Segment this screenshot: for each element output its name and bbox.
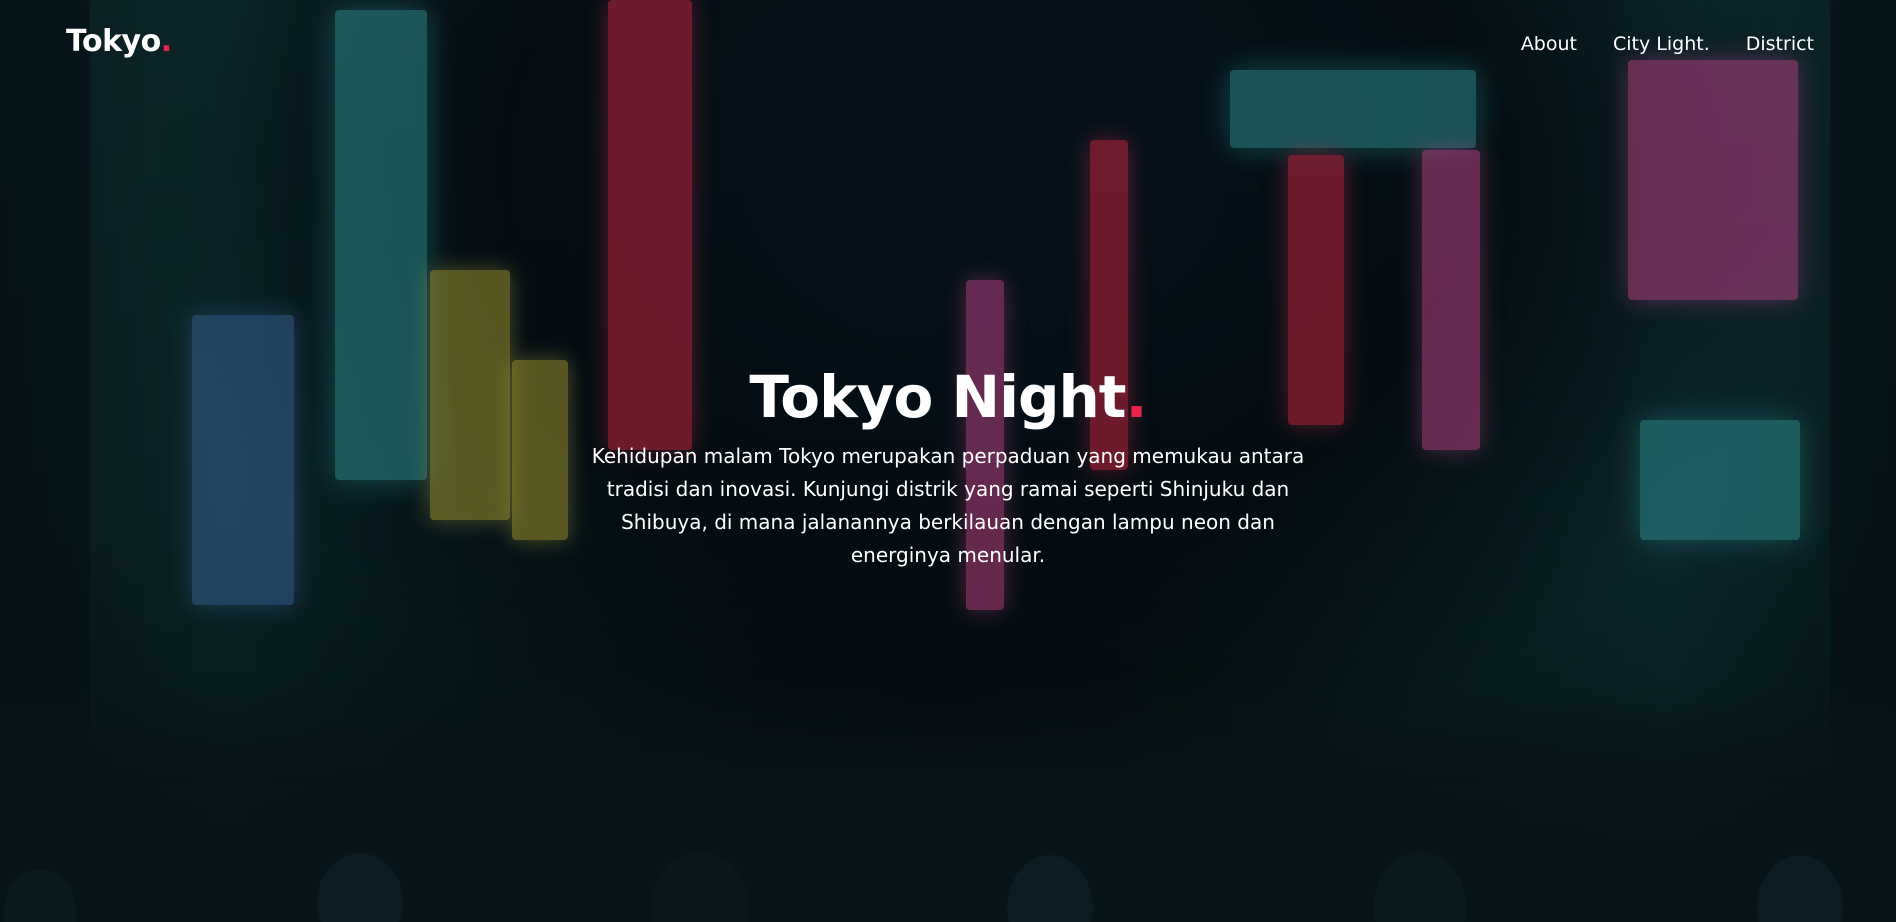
- nav-link-district[interactable]: District: [1746, 33, 1814, 55]
- street-crowd: [0, 682, 1896, 922]
- brand-logo[interactable]: Tokyo.: [66, 24, 172, 59]
- nav-links: About City Light. District: [1521, 33, 1814, 55]
- nav-link-city-light[interactable]: City Light.: [1613, 33, 1710, 55]
- hero-title-dot: .: [1125, 363, 1148, 431]
- hero-title: Tokyo Night.: [578, 362, 1318, 432]
- hero-section: Tokyo. About City Light. District Tokyo …: [0, 0, 1896, 922]
- nav-link-about[interactable]: About: [1521, 33, 1577, 55]
- brand-dot: .: [160, 24, 172, 59]
- navbar: Tokyo. About City Light. District: [0, 0, 1896, 90]
- brand-text: Tokyo: [66, 24, 161, 59]
- hero-description: Kehidupan malam Tokyo merupakan perpadua…: [591, 444, 1305, 567]
- hero-content: Tokyo Night. Kehidupan malam Tokyo merup…: [578, 362, 1318, 572]
- hero-title-text: Tokyo Night: [749, 363, 1126, 431]
